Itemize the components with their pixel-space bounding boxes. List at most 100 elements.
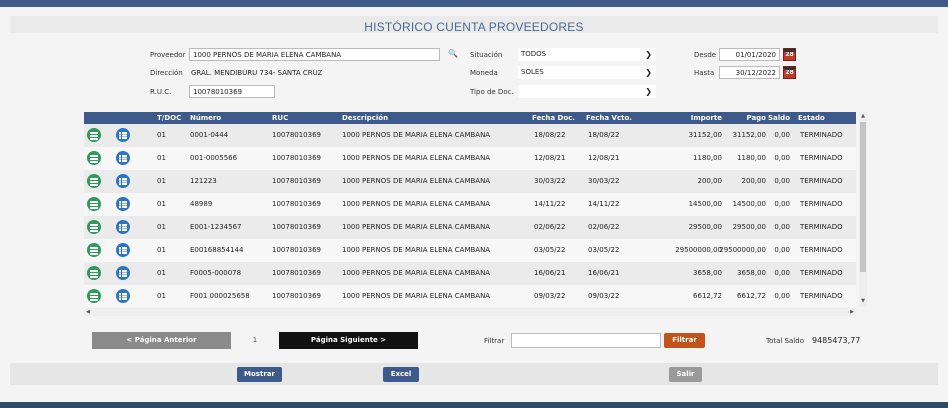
filter-button[interactable]: Filtrar [664,333,705,348]
scroll-up-icon[interactable]: ▲ [859,112,867,120]
table-cell-fecha-vcto: 02/06/22 [588,223,620,231]
table-cell-numero: F0005-000078 [190,269,242,277]
calendar-icon[interactable]: 28 [783,48,796,61]
vertical-scrollbar[interactable]: ▲ ▼ [859,112,867,307]
table-cell-descripcion: 1000 PERNOS DE MARIA ELENA CAMBANA [342,177,491,185]
ruc-input[interactable]: 10078010369 [189,85,275,98]
table-cell-descripcion: 1000 PERNOS DE MARIA ELENA CAMBANA [342,269,491,277]
table-cell-saldo: 0,00 [774,269,790,277]
menu-icon[interactable] [87,151,101,165]
list-detail-icon[interactable] [116,289,130,303]
table-row[interactable]: 01 0001-0444 10078010369 1000 PERNOS DE MAR… [84,124,856,147]
menu-icon[interactable] [87,289,101,303]
table-cell-fecha-vcto: 14/11/22 [588,200,620,208]
column-header[interactable]: Descripción [342,112,388,124]
filter-input[interactable] [511,333,661,348]
column-header[interactable]: Fecha Vcto. [586,112,632,124]
menu-icon[interactable] [87,220,101,234]
calendar-icon[interactable]: 28 [783,66,796,79]
previous-page-button[interactable]: < Página Anterior [92,332,231,349]
table-cell-tdoc: 01 [157,246,166,254]
table-cell-ruc: 10078010369 [272,177,321,185]
list-detail-icon[interactable] [116,197,130,211]
table-cell-tdoc: 01 [157,292,166,300]
table-cell-fecha-doc: 12/08/21 [534,154,566,162]
history-table: T/DOC Número RUC Descripción Fecha Doc. … [84,112,856,307]
hasta-input[interactable]: 30/12/2022 [719,66,780,79]
moneda-label: Moneda [470,69,498,77]
table-cell-ruc: 10078010369 [272,200,321,208]
list-detail-icon[interactable] [116,128,130,142]
table-cell-estado: TERMINADO [800,177,843,185]
proveedor-input[interactable]: 1000 PERNOS DE MARIA ELENA CAMBANA [189,48,440,61]
menu-icon[interactable] [87,243,101,257]
mostrar-button[interactable]: Mostrar [237,367,282,382]
table-cell-estado: TERMINADO [800,269,843,277]
top-bar [0,0,948,7]
list-detail-icon[interactable] [116,243,130,257]
table-header: T/DOC Número RUC Descripción Fecha Doc. … [84,112,856,124]
table-cell-tdoc: 01 [157,177,166,185]
menu-icon[interactable] [87,174,101,188]
situacion-select[interactable]: TODOS ❯ [518,48,656,61]
table-row[interactable]: 01 48989 10078010369 1000 PERNOS DE MARIA E… [84,193,856,216]
column-header[interactable]: Fecha Doc. [532,112,575,124]
table-cell-descripcion: 1000 PERNOS DE MARIA ELENA CAMBANA [342,200,491,208]
column-header[interactable]: Número [190,112,221,124]
list-detail-icon[interactable] [116,220,130,234]
chevron-down-icon: ❯ [645,50,652,59]
scroll-thumb[interactable] [860,122,866,272]
list-detail-icon[interactable] [116,266,130,280]
moneda-select[interactable]: SOLES ❯ [518,66,656,79]
menu-icon[interactable] [87,197,101,211]
table-cell-ruc: 10078010369 [272,154,321,162]
table-cell-fecha-vcto: 30/03/22 [588,177,620,185]
menu-icon[interactable] [87,128,101,142]
table-cell-pago: 200,00 [741,177,767,185]
table-cell-descripcion: 1000 PERNOS DE MARIA ELENA CAMBANA [342,246,491,254]
horizontal-scrollbar[interactable]: ◀ ▶ [84,308,856,316]
desde-input[interactable]: 01/01/2020 [719,48,780,61]
column-header[interactable]: Estado [798,112,825,124]
table-cell-numero: 001-0005566 [190,154,238,162]
table-cell-estado: TERMINADO [800,154,843,162]
table-row[interactable]: 01 001-0005566 10078010369 1000 PERNOS DE M… [84,147,856,170]
scroll-down-icon[interactable]: ▼ [859,297,867,305]
table-cell-saldo: 0,00 [774,131,790,139]
scroll-right-icon[interactable]: ▶ [850,308,854,316]
list-detail-icon[interactable] [116,151,130,165]
chevron-down-icon: ❯ [645,68,652,77]
table-cell-estado: TERMINADO [800,200,843,208]
table-cell-pago: 29500000,00 [719,246,766,254]
salir-button[interactable]: Salir [669,367,702,382]
page-title-bar: HISTÓRICO CUENTA PROVEEDORES [10,16,938,34]
table-cell-fecha-doc: 09/03/22 [534,292,566,300]
table-row[interactable]: 01 E00168854144 10078010369 1000 PERNOS DE … [84,239,856,262]
column-header[interactable]: RUC [272,112,288,124]
scroll-left-icon[interactable]: ◀ [86,308,90,316]
list-detail-icon[interactable] [116,174,130,188]
table-row[interactable]: 01 121223 10078010369 1000 PERNOS DE MARIA … [84,170,856,193]
table-cell-saldo: 0,00 [774,292,790,300]
table-cell-saldo: 0,00 [774,177,790,185]
excel-button[interactable]: Excel [383,367,419,382]
column-header[interactable]: T/DOC [157,112,181,124]
column-header[interactable]: Saldo [768,112,790,124]
search-icon[interactable]: 🔍 [448,49,458,58]
table-cell-fecha-doc: 18/08/22 [534,131,566,139]
table-row[interactable]: 01 E001-1234567 10078010369 1000 PERNOS DE … [84,216,856,239]
table-cell-tdoc: 01 [157,269,166,277]
table-row[interactable]: 01 F0005-000078 10078010369 1000 PERNOS DE … [84,262,856,285]
table-cell-estado: TERMINADO [800,246,843,254]
table-cell-ruc: 10078010369 [272,246,321,254]
table-cell-pago: 31152,00 [732,131,766,139]
menu-icon[interactable] [87,266,101,280]
ruc-label: R.U.C. [150,88,172,96]
tipo-doc-select[interactable]: ❯ [518,85,656,98]
table-cell-descripcion: 1000 PERNOS DE MARIA ELENA CAMBANA [342,223,491,231]
table-cell-fecha-doc: 16/06/21 [534,269,566,277]
column-header[interactable]: Pago [706,112,767,124]
table-row[interactable]: 01 F001 000025658 10078010369 1000 PERNOS D… [84,285,856,307]
hasta-label: Hasta [694,69,715,77]
next-page-button[interactable]: Página Siguiente > [279,332,418,349]
